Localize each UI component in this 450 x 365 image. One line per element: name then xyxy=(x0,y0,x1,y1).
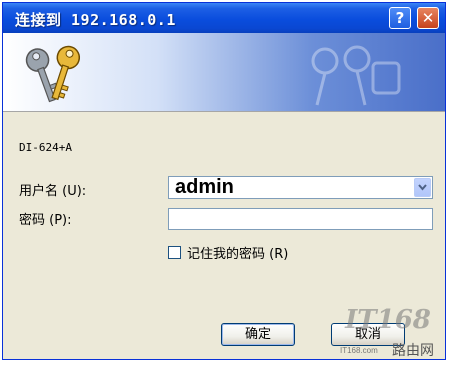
ok-button[interactable]: 确定 xyxy=(221,323,295,346)
keys-watermark-icon xyxy=(311,45,401,106)
chevron-down-icon xyxy=(418,184,427,191)
remember-label: 记住我的密码 (R) xyxy=(187,247,289,262)
password-field[interactable] xyxy=(168,208,433,230)
dropdown-button[interactable] xyxy=(414,178,431,197)
help-button[interactable]: ? xyxy=(389,7,411,29)
password-label: 密码 (P): xyxy=(19,213,72,228)
username-label: 用户名 (U): xyxy=(19,184,87,199)
username-combobox[interactable]: admin xyxy=(168,176,433,199)
watermark-site: IT168.com xyxy=(340,346,378,355)
close-button[interactable]: ✕ xyxy=(417,7,439,29)
username-value: admin xyxy=(175,176,234,198)
banner xyxy=(3,33,445,112)
remember-checkbox[interactable] xyxy=(168,246,181,259)
login-dialog: 连接到 192.168.0.1 ? ✕ DI-624+A 用户名 (U): ad… xyxy=(2,2,446,360)
device-name: DI-624+A xyxy=(19,141,72,154)
dialog-title: 连接到 192.168.0.1 xyxy=(15,11,176,29)
remember-password[interactable]: 记住我的密码 (R) xyxy=(168,243,288,262)
watermark-brand: 路由网 xyxy=(392,343,434,359)
keys-icon xyxy=(25,45,81,103)
title-bar[interactable]: 连接到 192.168.0.1 ? ✕ xyxy=(3,3,445,33)
